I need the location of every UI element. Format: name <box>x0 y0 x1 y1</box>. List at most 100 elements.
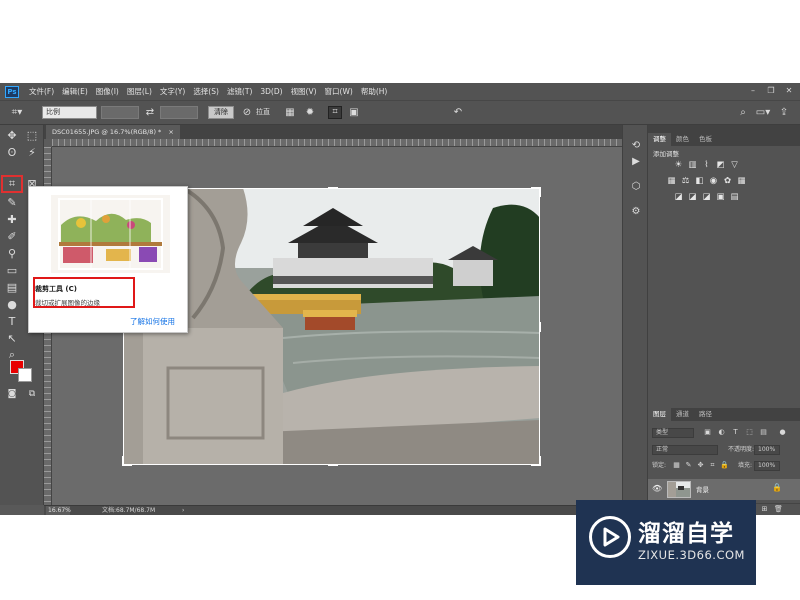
menu-select[interactable]: 选择(S) <box>189 86 223 97</box>
swap-icon[interactable]: ⇄ <box>143 106 157 119</box>
dodge-tool-icon[interactable]: ● <box>4 297 20 312</box>
layer-kind-filter[interactable]: 类型 <box>652 428 694 438</box>
gradient-map-icon[interactable]: ▤ <box>729 192 740 203</box>
fill-field[interactable]: 100% <box>754 461 780 471</box>
tooltip-learn-link[interactable]: 了解如何使用 <box>130 316 175 327</box>
path-selection-tool-icon[interactable]: ↖ <box>4 331 20 346</box>
overlay-grid-icon[interactable]: ▦ <box>283 106 297 119</box>
minimize-icon[interactable]: – <box>746 85 760 97</box>
blend-mode-select[interactable]: 正常 <box>652 445 718 455</box>
stamp-tool-icon[interactable]: ⚲ <box>4 246 20 261</box>
straighten-icon[interactable]: ⊘ <box>240 106 254 119</box>
menu-window[interactable]: 窗口(W) <box>321 86 357 97</box>
width-field[interactable] <box>101 106 139 119</box>
lock-all-icon[interactable]: 🔒 <box>720 461 729 470</box>
restore-icon[interactable]: ❐ <box>764 85 778 97</box>
delete-cropped-icon[interactable]: ⌗ <box>328 106 342 119</box>
menu-edit[interactable]: 编辑(E) <box>58 86 92 97</box>
ruler-origin[interactable] <box>44 139 52 147</box>
tab-layers[interactable]: 图层 <box>648 408 671 421</box>
share-icon[interactable]: ⇪ <box>777 106 791 119</box>
tab-channels[interactable]: 通道 <box>671 408 694 421</box>
selective-color-icon[interactable]: ▣ <box>715 192 726 203</box>
move-tool-icon[interactable]: ✥ <box>4 128 20 143</box>
search-icon[interactable]: ⌕ <box>737 106 749 119</box>
exposure-icon[interactable]: ◩ <box>715 160 726 171</box>
menu-help[interactable]: 帮助(H) <box>357 86 392 97</box>
lock-pixels-icon[interactable]: ✎ <box>684 461 693 470</box>
eraser-tool-icon[interactable]: ▭ <box>4 263 20 278</box>
gradient-tool-icon[interactable]: ▤ <box>4 280 20 295</box>
horizontal-ruler[interactable] <box>52 139 622 147</box>
menu-filter[interactable]: 滤镜(T) <box>223 86 256 97</box>
tab-adjustments[interactable]: 调整 <box>648 133 671 146</box>
hue-saturation-icon[interactable]: ▦ <box>666 176 677 187</box>
actions-play-icon[interactable]: ▶ <box>628 155 644 169</box>
ratio-select[interactable]: 比例 <box>42 106 97 119</box>
document-tab[interactable]: DSC01655.JPG @ 16.7%(RGB/8) * × <box>46 125 180 139</box>
filter-smart-object-icon[interactable]: ▤ <box>759 428 768 437</box>
tab-close-icon[interactable]: × <box>168 128 173 136</box>
crop-preset-icon[interactable]: ⌗▾ <box>8 106 26 119</box>
clear-button[interactable]: 清除 <box>208 106 234 119</box>
type-tool-icon[interactable]: T <box>4 314 20 329</box>
eyedropper-tool-icon[interactable]: ✎ <box>4 195 20 210</box>
menu-image[interactable]: 图像(I) <box>92 86 123 97</box>
status-menu-arrow-icon[interactable]: › <box>182 506 184 515</box>
curves-icon[interactable]: ⌇ <box>701 160 712 171</box>
menu-file[interactable]: 文件(F) <box>25 86 58 97</box>
opacity-field[interactable]: 100% <box>754 445 780 455</box>
straighten-label[interactable]: 拉直 <box>256 106 274 119</box>
lasso-tool-icon[interactable]: ʘ <box>4 145 20 160</box>
filter-shape-icon[interactable]: ⬚ <box>745 428 754 437</box>
content-aware-icon[interactable]: ▣ <box>347 106 361 119</box>
menu-view[interactable]: 视图(V) <box>287 86 321 97</box>
filter-type-icon[interactable]: T <box>731 428 740 437</box>
filter-toggle-icon[interactable]: ● <box>778 428 787 437</box>
color-balance-icon[interactable]: ⚖ <box>680 176 691 187</box>
close-icon[interactable]: ✕ <box>782 85 796 97</box>
history-icon[interactable]: ⟲ <box>628 139 644 153</box>
new-layer-icon[interactable]: ⊞ <box>760 505 769 514</box>
menu-3d[interactable]: 3D(D) <box>256 87 286 96</box>
channel-mixer-icon[interactable]: ✿ <box>722 176 733 187</box>
reset-icon[interactable]: ↶ <box>451 106 465 119</box>
tab-paths[interactable]: 路径 <box>694 408 717 421</box>
vibrance-icon[interactable]: ▽ <box>729 160 740 171</box>
healing-brush-tool-icon[interactable]: ✚ <box>4 212 20 227</box>
gear-icon[interactable]: ✹ <box>303 106 317 119</box>
threshold-icon[interactable]: ◪ <box>701 192 712 203</box>
quick-mask-icon[interactable]: ◙ <box>4 387 20 402</box>
tab-swatches[interactable]: 色板 <box>694 133 717 146</box>
magic-wand-tool-icon[interactable]: ⚡ <box>24 145 40 160</box>
invert-icon[interactable]: ◪ <box>673 192 684 203</box>
height-field[interactable] <box>160 106 198 119</box>
layer-visibility-eye-icon[interactable]: 👁 <box>652 483 662 495</box>
brightness-icon[interactable]: ☀ <box>673 160 684 171</box>
background-color-swatch[interactable] <box>18 368 32 382</box>
filter-pixel-icon[interactable]: ▣ <box>703 428 712 437</box>
brush-tool-icon[interactable]: ✐ <box>4 229 20 244</box>
properties-icon[interactable]: ⚙ <box>628 205 644 219</box>
lock-artboard-icon[interactable]: ⌗ <box>708 461 717 470</box>
menu-type[interactable]: 文字(Y) <box>156 86 189 97</box>
black-white-icon[interactable]: ◧ <box>694 176 705 187</box>
layer-row-background[interactable]: 👁 背景 🔒 <box>648 479 800 500</box>
layer-name[interactable]: 背景 <box>696 484 709 494</box>
3d-cube-icon[interactable]: ⬡ <box>628 180 644 194</box>
workspace-icon[interactable]: ▭▾ <box>755 106 771 119</box>
lock-position-icon[interactable]: ✥ <box>696 461 705 470</box>
delete-layer-icon[interactable]: 🗑 <box>774 505 783 514</box>
crop-tool-icon[interactable]: ⌗ <box>4 176 20 191</box>
lock-transparency-icon[interactable]: ▦ <box>672 461 681 470</box>
screen-mode-icon[interactable]: ⧉ <box>24 387 40 402</box>
marquee-tool-icon[interactable]: ⬚ <box>24 128 40 143</box>
zoom-field[interactable]: 16.67% <box>46 506 71 515</box>
posterize-icon[interactable]: ◪ <box>687 192 698 203</box>
tab-color[interactable]: 颜色 <box>671 133 694 146</box>
filter-adjustment-icon[interactable]: ◐ <box>717 428 726 437</box>
color-lookup-icon[interactable]: ▦ <box>736 176 747 187</box>
menu-layer[interactable]: 图层(L) <box>123 86 156 97</box>
photo-filter-icon[interactable]: ◉ <box>708 176 719 187</box>
levels-icon[interactable]: ▥ <box>687 160 698 171</box>
